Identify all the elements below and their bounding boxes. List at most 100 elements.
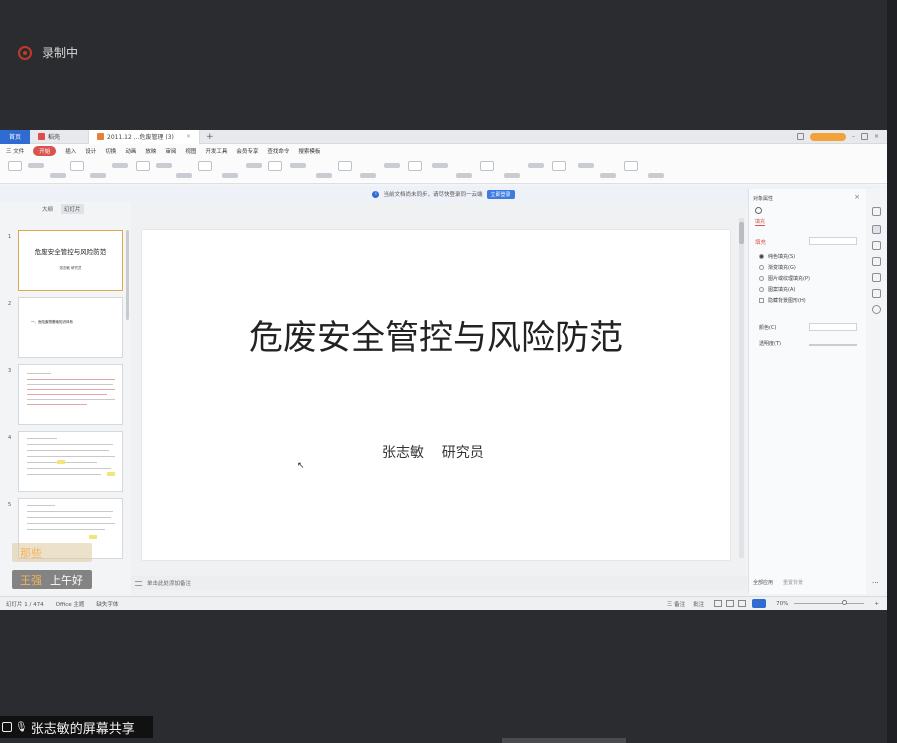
close-tab-icon[interactable]: × xyxy=(186,133,191,140)
ribbon-control[interactable] xyxy=(290,163,306,168)
notes-bar[interactable]: 单击此处添加备注 xyxy=(131,576,747,590)
ribbon-tool-icon[interactable] xyxy=(552,161,566,171)
ribbon-control[interactable] xyxy=(90,173,106,178)
maximize-icon[interactable] xyxy=(860,133,868,140)
menu-item[interactable]: 三 文件 xyxy=(6,147,24,155)
zoom-slider[interactable] xyxy=(794,600,865,605)
tab-document[interactable]: 2011.12 ...危废管理 (3) × xyxy=(88,130,200,144)
ribbon-control[interactable] xyxy=(600,173,616,178)
ribbon-tool-icon[interactable] xyxy=(624,161,638,171)
settings-icon[interactable] xyxy=(872,225,881,234)
ribbon-control[interactable] xyxy=(50,173,66,178)
zoom-handle[interactable] xyxy=(842,600,848,605)
more-icon[interactable]: ··· xyxy=(872,579,881,588)
tab-docer[interactable]: 稻壳 xyxy=(30,130,88,144)
radio-picture-fill[interactable]: 图片或纹理填充(P) xyxy=(759,275,810,282)
menu-item[interactable]: 会员专享 xyxy=(236,147,258,155)
menu-item[interactable]: 审阅 xyxy=(165,147,176,155)
outline-tab[interactable]: 大纲 xyxy=(42,205,53,213)
slide-title[interactable]: 危废安全管控与风险防范 xyxy=(142,310,730,359)
ribbon-control[interactable] xyxy=(112,163,128,168)
ribbon-control[interactable] xyxy=(384,163,400,168)
menu-item[interactable]: 切换 xyxy=(105,147,116,155)
table-icon[interactable] xyxy=(872,289,881,298)
menu-item[interactable]: 放映 xyxy=(145,147,156,155)
chat-text: 上午好 xyxy=(50,573,83,587)
ribbon-control[interactable] xyxy=(504,173,520,178)
slide-panel-scrollbar[interactable] xyxy=(126,230,129,320)
ribbon-control[interactable] xyxy=(316,173,332,178)
ribbon-control[interactable] xyxy=(222,173,238,178)
minimize-icon[interactable]: – xyxy=(852,133,855,140)
ribbon-tool-icon[interactable] xyxy=(136,161,150,171)
login-button[interactable]: 立即登录 xyxy=(486,189,515,199)
location-icon[interactable] xyxy=(872,305,881,314)
comments-toggle[interactable]: 批注 xyxy=(693,600,704,608)
properties-icon[interactable] xyxy=(872,207,881,216)
ribbon-tool-icon[interactable] xyxy=(338,161,352,171)
current-slide[interactable]: 危废安全管控与风险防范 张志敏 研究员 xyxy=(142,230,730,560)
ribbon-control[interactable] xyxy=(648,173,664,178)
menu-item[interactable]: 搜索模板 xyxy=(298,147,320,155)
radio-gradient-fill[interactable]: 渐变填充(G) xyxy=(759,264,796,271)
account-badge[interactable] xyxy=(809,132,846,141)
menu-item[interactable]: 开发工具 xyxy=(205,147,227,155)
slide-thumbnail-3[interactable] xyxy=(18,364,123,425)
transparency-slider[interactable] xyxy=(809,344,857,346)
panel-close-icon[interactable]: × xyxy=(854,193,860,201)
tab-home[interactable]: 首页 xyxy=(0,130,30,144)
slide-author[interactable]: 张志敏 研究员 xyxy=(382,442,484,462)
ribbon-control[interactable] xyxy=(28,163,44,168)
fill-color-field[interactable] xyxy=(809,237,857,245)
ribbon-control[interactable] xyxy=(176,173,192,178)
menu-item[interactable]: 查找命令 xyxy=(267,147,289,155)
menu-item[interactable]: 开始 xyxy=(33,146,57,156)
layout-icon[interactable] xyxy=(796,133,804,140)
fill-tab[interactable]: 填充 xyxy=(755,218,766,226)
ribbon-tool-icon[interactable] xyxy=(8,161,22,171)
missing-font-button[interactable]: 缺失字体 xyxy=(96,600,118,608)
hide-background-checkbox[interactable]: 隐藏背景图形(H) xyxy=(759,297,806,304)
shape-icon[interactable] xyxy=(872,241,881,250)
ribbon-tool-icon[interactable] xyxy=(70,161,84,171)
radio-pattern-fill[interactable]: 图案填充(A) xyxy=(759,286,795,293)
menu-item[interactable]: 设计 xyxy=(85,147,96,155)
notes-toggle[interactable]: 三 备注 xyxy=(667,600,685,608)
transparency-field-label: 透明度(T) xyxy=(759,341,781,347)
ribbon-tool-icon[interactable] xyxy=(198,161,212,171)
new-tab-button[interactable]: + xyxy=(200,132,220,142)
fill-icon[interactable] xyxy=(755,207,762,214)
reading-view-icon[interactable] xyxy=(738,600,747,607)
apply-all-button[interactable]: 全部应用 xyxy=(753,579,773,586)
menu-item[interactable]: 插入 xyxy=(65,147,76,155)
slide-thumbnail-4[interactable] xyxy=(18,431,123,492)
animation-icon[interactable] xyxy=(872,257,881,266)
radio-solid-fill[interactable]: 纯色填充(S) xyxy=(759,253,795,260)
color-dropdown[interactable] xyxy=(809,323,857,331)
ribbon-control[interactable] xyxy=(246,163,262,168)
reset-background-button[interactable]: 重置背景 xyxy=(783,579,803,586)
slides-tab[interactable]: 幻灯片 xyxy=(61,204,84,214)
ribbon-control[interactable] xyxy=(432,163,448,168)
close-window-icon[interactable]: × xyxy=(874,133,879,140)
ribbon-control[interactable] xyxy=(578,163,594,168)
slide-thumbnail-1[interactable]: 危废安全管控与风险防范 张志敏 研究员 xyxy=(18,230,123,291)
slide-thumbnail-2[interactable]: 一、危险废物基础知识体系 xyxy=(18,297,123,358)
ribbon-tool-icon[interactable] xyxy=(408,161,422,171)
zoom-in-icon[interactable]: + xyxy=(874,601,879,607)
grid-view-icon[interactable] xyxy=(726,600,735,607)
editor-scrollbar-thumb[interactable] xyxy=(739,222,744,244)
ribbon-control[interactable] xyxy=(528,163,544,168)
normal-view-icon[interactable] xyxy=(714,600,723,607)
chat-message: 那些 xyxy=(12,543,92,562)
ribbon-tool-icon[interactable] xyxy=(268,161,282,171)
ribbon-control[interactable] xyxy=(156,163,172,168)
ribbon-control[interactable] xyxy=(360,173,376,178)
editor-scrollbar[interactable] xyxy=(739,218,744,558)
menu-item[interactable]: 视图 xyxy=(185,147,196,155)
image-icon[interactable] xyxy=(872,273,881,282)
ribbon-control[interactable] xyxy=(456,173,472,178)
ribbon-tool-icon[interactable] xyxy=(480,161,494,171)
play-slideshow-button[interactable] xyxy=(752,599,767,608)
menu-item[interactable]: 动画 xyxy=(125,147,136,155)
